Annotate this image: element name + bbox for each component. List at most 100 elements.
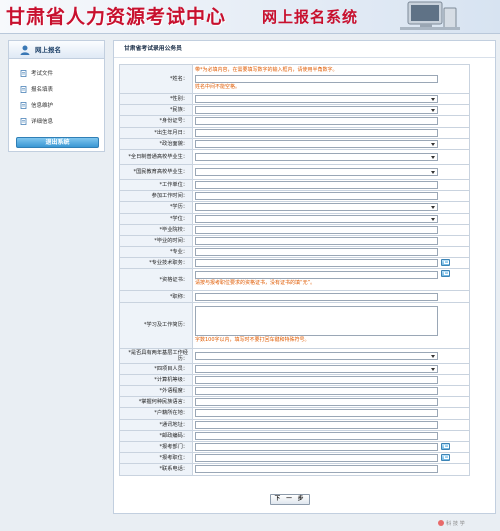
text-input[interactable] bbox=[195, 431, 438, 440]
document-icon bbox=[20, 118, 27, 125]
picker-button[interactable] bbox=[441, 259, 450, 267]
dropdown-select[interactable] bbox=[195, 139, 438, 148]
field-label: *政治面貌： bbox=[119, 137, 193, 150]
field-cell bbox=[192, 163, 470, 180]
user-icon bbox=[20, 45, 30, 55]
field-cell bbox=[192, 407, 470, 420]
field-label: *民族： bbox=[119, 104, 193, 117]
field-cell bbox=[192, 384, 470, 398]
form-row: *资格证书： 请按与报考职位要求的资格证书，没有证书的填“无”。 bbox=[119, 268, 470, 292]
text-input[interactable] bbox=[195, 375, 438, 384]
dropdown-select[interactable] bbox=[195, 167, 438, 176]
sidebar-item[interactable]: 详细信息 bbox=[19, 117, 104, 133]
field-cell bbox=[192, 290, 470, 303]
field-label: *国民教育高校毕业生： bbox=[119, 163, 193, 180]
text-input[interactable] bbox=[195, 409, 438, 418]
field-label: *学历： bbox=[119, 201, 193, 214]
form-row: *出生年月日： bbox=[119, 126, 470, 139]
form-row: *民族： bbox=[119, 104, 470, 117]
text-input[interactable] bbox=[195, 271, 438, 280]
sidebar-nav: 考试文件 报名填表信息维护详细信息 bbox=[9, 59, 104, 133]
form-row: *报考部门： bbox=[119, 440, 470, 454]
text-input[interactable] bbox=[195, 387, 438, 396]
logout-button[interactable]: 退出系统 bbox=[16, 137, 99, 148]
next-step-button[interactable]: 下 一 步 bbox=[270, 494, 310, 505]
text-input[interactable] bbox=[195, 128, 438, 137]
text-input[interactable] bbox=[195, 192, 438, 201]
dropdown-select[interactable] bbox=[195, 152, 438, 161]
sidebar-item[interactable]: 信息维护 bbox=[19, 101, 104, 117]
chevron-down-icon bbox=[431, 98, 435, 102]
form-row: *毕业的时间： bbox=[119, 234, 470, 248]
field-label: *出生年月日： bbox=[119, 126, 193, 139]
dropdown-select[interactable] bbox=[195, 106, 438, 115]
field-label: *姓名： bbox=[119, 64, 193, 94]
picker-button[interactable] bbox=[441, 442, 450, 450]
dropdown-select[interactable] bbox=[195, 364, 438, 373]
form-row: *计算机等级： bbox=[119, 373, 470, 387]
text-input[interactable] bbox=[195, 292, 438, 301]
dropdown-select[interactable] bbox=[195, 351, 438, 360]
text-input[interactable] bbox=[195, 236, 438, 245]
sidebar-header: 网上报名 bbox=[9, 41, 104, 59]
dropdown-select[interactable] bbox=[195, 214, 438, 223]
field-label: *工作单位： bbox=[119, 178, 193, 192]
form-row: *是否具有两年基层工作经历： bbox=[119, 347, 470, 364]
field-cell bbox=[192, 148, 470, 165]
field-cell bbox=[192, 347, 470, 364]
field-label: *通讯地址： bbox=[119, 418, 193, 431]
text-input[interactable] bbox=[195, 454, 438, 463]
dropdown-select[interactable] bbox=[195, 203, 438, 212]
field-cell bbox=[192, 429, 470, 442]
document-icon bbox=[20, 86, 27, 93]
text-input[interactable] bbox=[195, 181, 438, 190]
text-input[interactable] bbox=[195, 420, 438, 429]
text-input[interactable] bbox=[195, 75, 438, 83]
field-cell bbox=[192, 190, 470, 203]
field-cell bbox=[192, 178, 470, 192]
field-cell bbox=[192, 362, 470, 375]
text-input[interactable] bbox=[195, 443, 438, 452]
registration-form: *姓名： 带*为必填内容，在需要填写数字的输入框内，请使用半角数字。 姓名中间不能空… bbox=[119, 64, 470, 476]
field-label: *外语程度： bbox=[119, 384, 193, 398]
picker-button[interactable] bbox=[441, 270, 450, 278]
field-cell bbox=[192, 440, 470, 454]
main-panel: 甘肃省考试录用公务员 *姓名： 带*为必填内容，在需要填写数字的输入框内，请使用半… bbox=[113, 40, 496, 514]
field-label: *邮政编码： bbox=[119, 429, 193, 442]
field-label: *四项目人员： bbox=[119, 362, 193, 375]
chevron-down-icon bbox=[431, 155, 435, 159]
field-hint: 姓名中间不能空格。 bbox=[195, 84, 241, 90]
field-hint: 请按与报考职位要求的资格证书，没有证书的填“无”。 bbox=[195, 280, 316, 287]
text-input[interactable] bbox=[195, 259, 438, 268]
sidebar-item-label: 信息维护 bbox=[31, 103, 54, 109]
text-input[interactable] bbox=[195, 465, 438, 474]
text-input[interactable] bbox=[195, 225, 438, 234]
form-row: *掌握何种民族语言： bbox=[119, 396, 470, 409]
form-row: *学位： bbox=[119, 212, 470, 225]
form-row: *联系电话： bbox=[119, 463, 470, 476]
text-input[interactable] bbox=[195, 248, 438, 257]
field-cell bbox=[192, 104, 470, 117]
picker-button[interactable] bbox=[441, 454, 450, 462]
chevron-down-icon bbox=[431, 142, 435, 146]
text-input[interactable] bbox=[195, 398, 438, 407]
field-label: *是否具有两年基层工作经历： bbox=[119, 347, 193, 364]
text-input[interactable] bbox=[195, 117, 438, 126]
sidebar-item[interactable]: 报名填表 bbox=[19, 85, 104, 101]
resume-textarea[interactable] bbox=[195, 305, 438, 336]
form-row: *全日制普通高校毕业生： bbox=[119, 148, 470, 165]
field-label: *户籍所在地： bbox=[119, 407, 193, 420]
field-label: *报考部门： bbox=[119, 440, 193, 454]
sidebar-item[interactable]: 考试文件 bbox=[19, 69, 104, 85]
form-row: 参加工作时间： bbox=[119, 190, 470, 203]
form-row: *国民教育高校毕业生： bbox=[119, 163, 470, 180]
form-row: *专业技术职务： bbox=[119, 257, 470, 270]
field-label: *学习及工作简历： bbox=[119, 301, 193, 349]
field-label: *毕业院校： bbox=[119, 223, 193, 236]
field-cell bbox=[192, 223, 470, 236]
dropdown-select[interactable] bbox=[195, 95, 438, 104]
field-cell bbox=[192, 452, 470, 465]
form-row: *邮政编码： bbox=[119, 429, 470, 442]
form-row: *姓名： 带*为必填内容，在需要填写数字的输入框内，请使用半角数字。 姓名中间不能空… bbox=[119, 64, 470, 94]
field-cell bbox=[192, 246, 470, 259]
